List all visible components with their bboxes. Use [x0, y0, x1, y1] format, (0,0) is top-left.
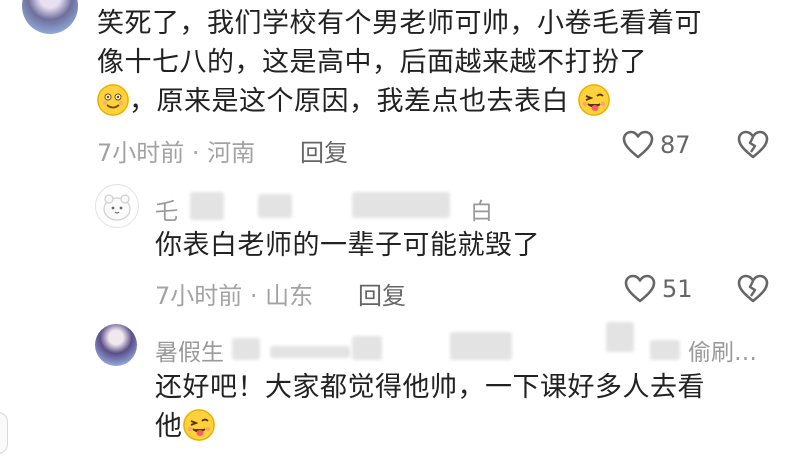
avatar[interactable] [95, 184, 139, 228]
smiling-face-emoji-icon [97, 84, 129, 116]
scroll-handle[interactable] [0, 412, 8, 454]
redacted-username [450, 332, 512, 360]
reply-username-suffix: 白 [470, 199, 493, 225]
broken-heart-icon[interactable] [737, 130, 769, 160]
reply-button[interactable]: 回复 [358, 276, 406, 311]
winking-tongue-face-emoji-icon [182, 409, 215, 441]
heart-outline-icon [624, 274, 656, 303]
heart-outline-icon [622, 130, 654, 159]
comment-line: ，原来是这个原因，我差点也去表白 [97, 82, 797, 121]
reply-username-suffix: 偷刷… [688, 340, 757, 366]
reply-line: 还好吧！大家都觉得他帅，一下课好多人去看 [155, 372, 705, 403]
redacted-username [270, 346, 350, 358]
reply-text: 还好吧！大家都觉得他帅，一下课好多人去看 他 [155, 368, 795, 446]
redacted-username [650, 340, 680, 360]
reply-button[interactable]: 回复 [300, 133, 348, 168]
broken-heart-icon[interactable] [737, 274, 769, 304]
avatar[interactable] [95, 324, 137, 366]
reply-username-prefix[interactable]: 暑假生 [155, 333, 224, 367]
winking-tongue-face-emoji-icon [578, 84, 611, 116]
like-button[interactable]: 87 [622, 130, 691, 160]
like-button[interactable]: 51 [624, 274, 693, 304]
reply-line: 他 [155, 407, 795, 446]
redacted-username [352, 192, 450, 218]
like-count: 87 [660, 131, 691, 159]
redacted-username [258, 194, 292, 218]
comment-meta: 7小时前 · 河南 [97, 139, 256, 167]
comment-line: 笑死了，我们学校有个男老师可帅，小卷毛看着可 [97, 8, 702, 39]
redacted-username [232, 338, 260, 360]
avatar[interactable] [22, 0, 78, 34]
comment-line: 像十七八的，这是高中，后面越来越不打扮了 [97, 47, 647, 78]
reply-text: 你表白老师的一辈子可能就毁了 [155, 230, 540, 261]
redacted-username [190, 192, 224, 220]
comment-thread: 笑死了，我们学校有个男老师可帅，小卷毛看着可 像十七八的，这是高中，后面越来越不… [0, 0, 803, 460]
redacted-username [352, 336, 382, 360]
comment-text: 笑死了，我们学校有个男老师可帅，小卷毛看着可 像十七八的，这是高中，后面越来越不… [97, 4, 797, 121]
reply-line-text: 他 [155, 411, 183, 442]
redacted-username [606, 322, 634, 352]
like-count: 51 [662, 275, 693, 303]
reply-meta: 7小时前 · 山东 [155, 282, 314, 310]
reply-username-prefix[interactable]: 乇 [155, 192, 178, 226]
comment-line-text: ，原来是这个原因，我差点也去表白 [129, 86, 569, 117]
